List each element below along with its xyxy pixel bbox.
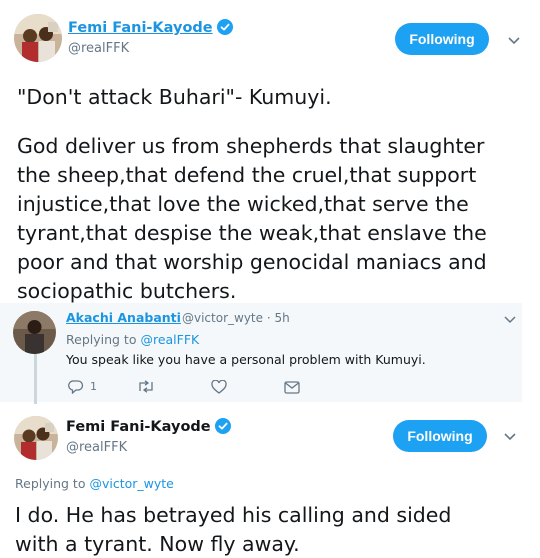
retweet-icon	[139, 380, 153, 393]
author-name-text[interactable]: Femi Fani-Kayode	[68, 20, 213, 36]
tweet-text-headline: "Don't attack Buhari"- Kumuyi.	[17, 85, 332, 109]
reply-count: 1	[90, 380, 97, 393]
author-handle: @realFFK	[68, 41, 130, 56]
message-icon	[284, 381, 300, 394]
following-button[interactable]: Following	[393, 420, 487, 452]
verified-badge-icon	[214, 418, 231, 438]
replying-to-handle[interactable]: @victor_wyte	[89, 476, 173, 491]
tweet-body: God deliver us from shepherds that slaug…	[17, 132, 532, 306]
author-handle: @realFFK	[66, 440, 128, 455]
author-name-text[interactable]: Femi Fani-Kayode	[66, 419, 211, 435]
chevron-down-icon[interactable]	[503, 432, 517, 442]
second-tweet-text: I do. He has betrayed his calling and si…	[15, 501, 451, 558]
author-name[interactable]: Femi Fani-Kayode	[66, 418, 231, 438]
like-icon	[211, 380, 227, 394]
author-avatar[interactable]	[14, 14, 62, 62]
meta-separator: ·	[266, 311, 275, 325]
replying-to-handle[interactable]: @realFFK	[140, 332, 199, 347]
tweet-body-line: tyrant,that despise the weak,that enslav…	[17, 221, 487, 245]
replying-to: Replying to @realFFK	[66, 332, 199, 347]
reply-icon	[68, 380, 84, 394]
message-action[interactable]	[284, 381, 300, 394]
replying-to-label: Replying to	[15, 476, 86, 491]
verified-badge-icon	[216, 19, 233, 39]
author-name[interactable]: Femi Fani-Kayode	[68, 19, 233, 39]
chevron-down-icon[interactable]	[503, 315, 517, 325]
author-avatar[interactable]	[14, 416, 58, 460]
following-button[interactable]: Following	[395, 23, 489, 55]
reply-author-handle[interactable]: @victor_wyte	[182, 311, 263, 325]
tweet-body-line: injustice,that love the wicked,that serv…	[17, 192, 469, 216]
reply-meta: @victor_wyte · 5h	[182, 311, 290, 325]
tweet-body-line: sociopathic butchers.	[17, 279, 237, 303]
thread-line	[34, 354, 37, 404]
reply-author-name[interactable]: Akachi Anabanti	[66, 310, 181, 325]
replying-to-label: Replying to	[66, 332, 137, 347]
retweet-action[interactable]	[137, 380, 155, 393]
tweet-body-line: poor and that worship genocidal maniacs …	[17, 250, 487, 274]
tweet-body-line: the sheep,that defend the cruel,that sup…	[17, 163, 477, 187]
tweet-body-line: I do. He has betrayed his calling and si…	[15, 503, 452, 527]
reply-time[interactable]: 5h	[275, 311, 290, 325]
tweet-body-line: God deliver us from shepherds that slaug…	[17, 134, 485, 158]
reply-action[interactable]: 1	[68, 379, 97, 394]
reply-author-avatar[interactable]	[13, 311, 56, 354]
like-action[interactable]	[211, 380, 227, 394]
reply-text: You speak like you have a personal probl…	[66, 352, 426, 367]
replying-to: Replying to @victor_wyte	[15, 476, 174, 491]
tweet-body-line: with a tyrant. Now fly away.	[15, 532, 300, 556]
chevron-down-icon[interactable]	[507, 36, 521, 46]
